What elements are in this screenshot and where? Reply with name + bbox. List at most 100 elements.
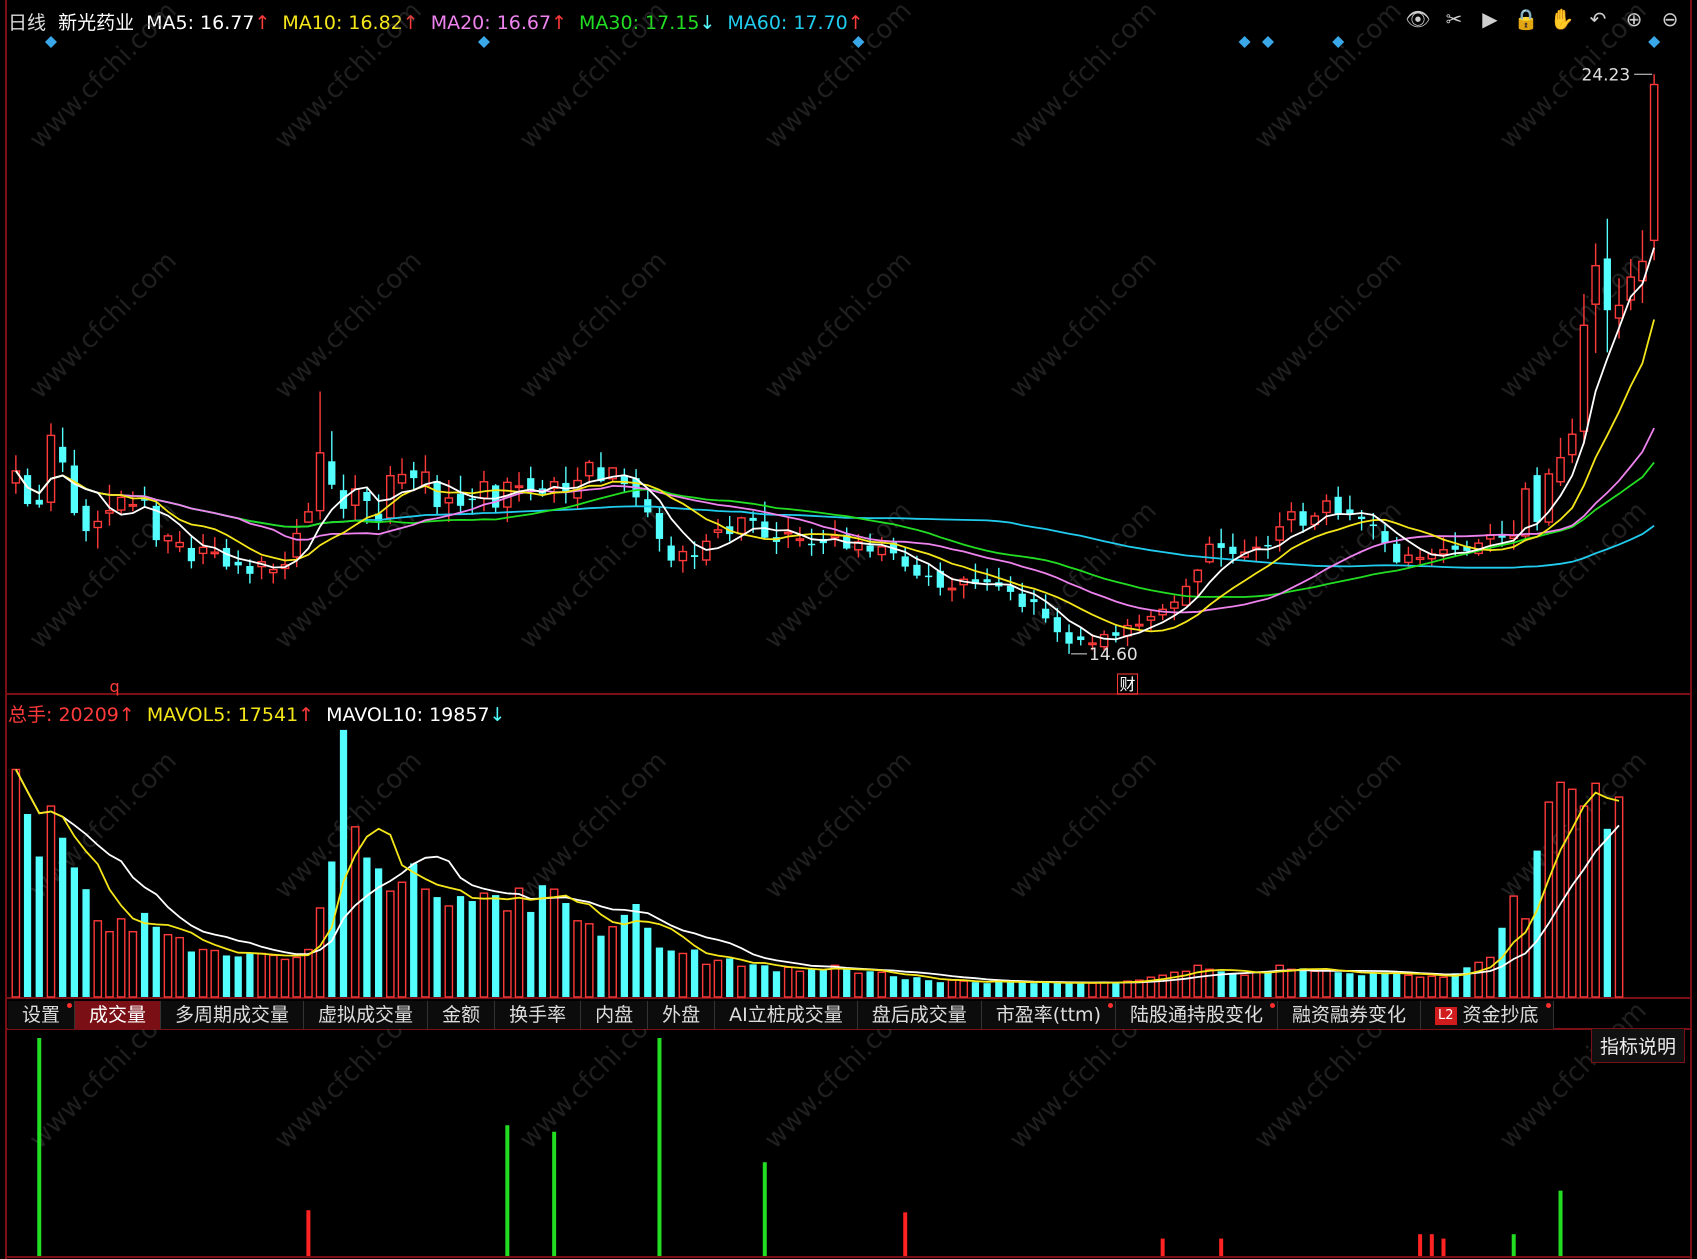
tab-indicator[interactable]: 市盈率(ttm)	[981, 1001, 1116, 1029]
kline-chart[interactable]: www.cfchi.com www.cfchi.com www.cfchi.com w…	[0, 0, 1697, 1259]
tab-indicator[interactable]: 多周期成交量	[161, 1001, 305, 1029]
volume-bar-up	[210, 949, 220, 998]
candle-body-down	[222, 547, 231, 567]
tab-indicator[interactable]: 成交量	[75, 1001, 162, 1029]
volume-bar-down	[23, 813, 32, 997]
volume-bar-up	[549, 888, 559, 998]
watermark-text: www.cfchi.com	[269, 496, 428, 655]
volume-bar-down	[901, 979, 909, 997]
watermark-text: www.cfchi.com	[1249, 0, 1408, 155]
volume-bar-up	[280, 958, 290, 998]
volume-bar-down	[913, 977, 921, 997]
candle-body-down	[1077, 636, 1085, 641]
candle-body-down	[234, 561, 242, 566]
volume-bar-down	[433, 897, 441, 997]
candle-body-up	[268, 568, 278, 574]
volume-bar-up	[116, 918, 126, 998]
tab-label: 换手率	[509, 1004, 567, 1026]
volume-bar-down	[527, 911, 535, 997]
event-diamond-icon	[1238, 36, 1251, 48]
volume-bar-down	[222, 955, 231, 997]
tab-indicator[interactable]: 内盘	[581, 1001, 649, 1029]
candle-body-up	[1205, 543, 1214, 563]
candle-body-down	[1053, 617, 1061, 633]
watermark-text: www.cfchi.com	[759, 0, 918, 155]
volume-bar-down	[82, 889, 90, 997]
candle-body-up	[713, 529, 723, 534]
candle-body-up	[128, 503, 138, 507]
tab-label: 多周期成交量	[175, 1004, 290, 1026]
tab-label: 资金抄底	[1462, 1004, 1539, 1026]
candle-body-down	[1065, 632, 1073, 644]
volume-bar-up	[678, 952, 688, 998]
tab-indicator[interactable]: 设置	[8, 1001, 76, 1029]
watermark-text: www.cfchi.com	[1004, 0, 1163, 155]
tab-indicator[interactable]: L2 资金抄底	[1421, 1001, 1554, 1029]
candle-body-down	[492, 485, 500, 508]
volume-bar-down	[1006, 982, 1015, 997]
candle-body-down	[187, 547, 196, 562]
new-dot-icon	[1545, 1003, 1551, 1008]
volume-bar-up	[1123, 980, 1132, 998]
volume-bar-up	[830, 964, 840, 998]
volume-bar-down	[1334, 972, 1342, 997]
candle-body-up	[93, 520, 103, 529]
watermark-text: www.cfchi.com	[24, 0, 183, 155]
tab-indicator[interactable]: 融资融券变化	[1278, 1001, 1422, 1029]
volume-bar-up	[1205, 968, 1214, 998]
candle-body-down	[1381, 531, 1389, 544]
volume-bar-down	[1498, 927, 1506, 997]
volume-bar-up	[163, 933, 173, 998]
candle-body-up	[1591, 264, 1600, 305]
volume-bar-down	[749, 964, 757, 997]
tab-indicator[interactable]: 换手率	[495, 1001, 582, 1029]
watermark-text: www.cfchi.com	[514, 496, 673, 655]
volume-bar-down	[1393, 971, 1401, 997]
volume-bar-down	[1077, 982, 1085, 997]
volume-bar-down	[187, 951, 196, 997]
volume-bar-up	[1193, 964, 1203, 998]
indicator-explain-button[interactable]: 指标说明	[1590, 1028, 1685, 1063]
candle-body-up	[397, 473, 407, 484]
tab-indicator[interactable]: 金额	[428, 1001, 496, 1029]
candle-body-down	[1533, 475, 1541, 523]
earnings-marker: 财	[1120, 675, 1136, 694]
volume-bar-down	[889, 976, 898, 997]
new-dot-icon	[1107, 1003, 1113, 1008]
candle-body-up	[1134, 623, 1144, 627]
candle-body-down	[1217, 543, 1225, 548]
watermark-text: www.cfchi.com	[1494, 246, 1653, 405]
candle-body-down	[562, 482, 570, 492]
volume-bar-up	[46, 805, 56, 998]
tab-label: 陆股通持股变化	[1129, 1004, 1263, 1026]
volume-bar-up	[175, 936, 185, 998]
tab-indicator[interactable]: 陆股通持股变化	[1115, 1001, 1278, 1029]
volume-bar-down	[667, 950, 675, 997]
volume-bar-down	[492, 895, 500, 997]
volume-bar-up	[854, 972, 863, 998]
candle-body-down	[1018, 593, 1026, 607]
candle-body-down	[1112, 632, 1120, 636]
candle-body-up	[210, 551, 220, 555]
volume-legend-item: MAVOL10: 19857↓	[326, 704, 506, 726]
volume-bar-up	[128, 931, 138, 998]
volume-bar-down	[632, 904, 640, 997]
tab-indicator[interactable]: AI立桩成交量	[715, 1001, 858, 1029]
tab-indicator[interactable]: 虚拟成交量	[304, 1001, 429, 1029]
tab-label: 盘后成交量	[871, 1004, 967, 1026]
candle-body-down	[468, 498, 476, 501]
volume-bar-down	[597, 935, 605, 997]
candle-body-down	[1264, 544, 1272, 547]
volume-bar-down	[620, 914, 628, 997]
candle-body-down	[82, 505, 90, 532]
watermark-text: www.cfchi.com	[269, 0, 428, 155]
volume-legend: 总手: 20209↑ MAVOL5: 17541↑ MAVOL10: 19857↓	[8, 700, 517, 727]
volume-bar-down	[538, 885, 547, 997]
volume-bar-up	[947, 979, 957, 998]
tab-indicator[interactable]: 外盘	[648, 1001, 716, 1029]
tab-label: 设置	[22, 1004, 61, 1026]
watermark-text: www.cfchi.com	[514, 0, 673, 155]
q-marker: q	[109, 677, 119, 696]
tab-indicator[interactable]: 盘后成交量	[857, 1001, 982, 1029]
volume-bar-up	[1556, 781, 1565, 998]
